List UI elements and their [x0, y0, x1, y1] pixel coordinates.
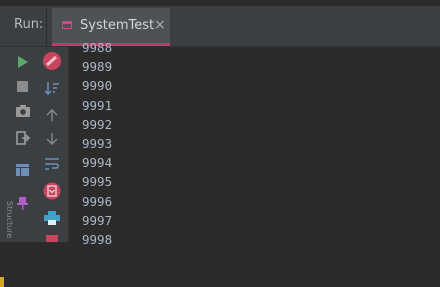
wrap-icon[interactable] [45, 158, 59, 170]
console-line: 9989 [82, 59, 113, 75]
console-output: 9988 9989 9990 9991 9992 9993 9994 9995 9996 9997… [82, 38, 112, 249]
run-label: Run: [14, 17, 44, 32]
console-line: 9998 [82, 231, 113, 247]
left-gutter: Structure [0, 47, 40, 287]
top-strip [0, 0, 440, 6]
console-line: 9990 [82, 78, 113, 94]
sort-icon[interactable] [45, 81, 59, 95]
console-line: 9992 [82, 116, 113, 132]
console-line: 9991 [82, 97, 113, 113]
print-icon[interactable] [44, 211, 60, 225]
console-toolbar [40, 47, 69, 242]
console-line: 9997 [82, 212, 113, 228]
console-line: 9993 [82, 135, 113, 151]
exit-icon[interactable] [16, 131, 30, 145]
tab-label: SystemTest [80, 18, 155, 33]
scroll-to-end-icon[interactable] [43, 182, 61, 200]
divider [46, 8, 47, 46]
trash-icon[interactable] [46, 235, 58, 242]
up-arrow-icon[interactable] [46, 109, 58, 121]
pin-icon[interactable] [17, 197, 28, 210]
stop-icon[interactable] [17, 81, 28, 92]
play-icon[interactable] [17, 56, 29, 68]
console-line: 9994 [82, 155, 113, 171]
camera-icon[interactable] [16, 105, 30, 117]
structure-sidebar-label[interactable]: Structure [5, 201, 14, 261]
run-toolbar-header: Run: SystemTest × [0, 0, 440, 47]
clear-icon[interactable] [42, 51, 62, 71]
window-icon [62, 21, 72, 29]
layout-icon[interactable] [16, 164, 29, 176]
console-line: 9996 [82, 193, 113, 209]
console-line: 9995 [82, 174, 113, 190]
close-tab-icon[interactable]: × [154, 17, 166, 33]
favorites-marker [0, 277, 4, 287]
down-arrow-icon[interactable] [46, 133, 58, 145]
console-line: 9988 [82, 40, 113, 55]
